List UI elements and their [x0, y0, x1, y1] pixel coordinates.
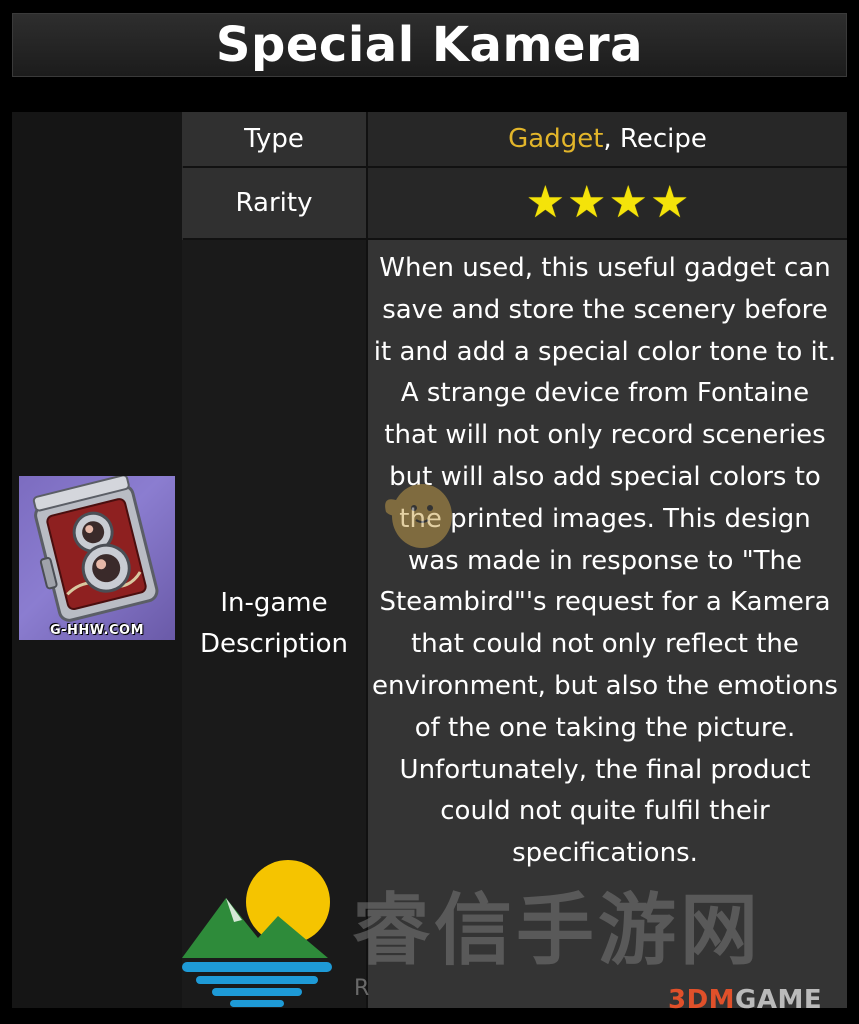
type-value: Gadget, Recipe: [368, 112, 847, 166]
description-text: When used, this useful gadget can save a…: [372, 248, 838, 875]
star-icon: ★: [525, 177, 566, 228]
3dm-suffix: GAME: [735, 985, 823, 1015]
3dm-game-watermark: 3DMGAME: [668, 985, 822, 1015]
rarity-row: Rarity ★ ★ ★ ★: [182, 168, 847, 238]
description-paragraph: When used, this useful gadget can save a…: [373, 253, 837, 367]
star-icon: ★: [567, 177, 607, 228]
kamera-image: G-HHW.COM: [19, 476, 175, 640]
star-icon: ★: [649, 177, 690, 228]
item-image-cell: G-HHW.COM: [12, 112, 183, 1008]
kamera-illustration: [32, 476, 159, 622]
description-paragraph: A strange device from Fontaine that will…: [372, 378, 838, 743]
page-title: Special Kamera: [215, 17, 644, 73]
watermark-letter: R: [354, 976, 370, 1001]
type-value-rest: , Recipe: [603, 124, 707, 154]
site-text-watermark: 睿信手游网: [352, 885, 763, 976]
rarity-label: Rarity: [182, 168, 368, 238]
star-icon: ★: [608, 177, 648, 228]
description-label-line1: In-game: [220, 588, 328, 618]
rarity-value: ★ ★ ★ ★: [368, 168, 847, 238]
image-watermark-caption: G-HHW.COM: [49, 623, 145, 638]
description-paragraph: Unfortunately, the final product could n…: [399, 754, 811, 869]
rarity-stars: ★ ★ ★ ★: [526, 181, 690, 225]
type-row: Type Gadget, Recipe: [182, 112, 847, 166]
type-label: Type: [182, 112, 368, 166]
3dm-prefix: 3DM: [668, 985, 736, 1015]
mascot-watermark-icon: [385, 484, 452, 548]
gadget-link[interactable]: Gadget: [508, 124, 603, 154]
mountain-logo-watermark-icon: [182, 860, 332, 1007]
title-bar: Special Kamera: [12, 13, 847, 77]
description-label-line2: Description: [199, 629, 349, 659]
